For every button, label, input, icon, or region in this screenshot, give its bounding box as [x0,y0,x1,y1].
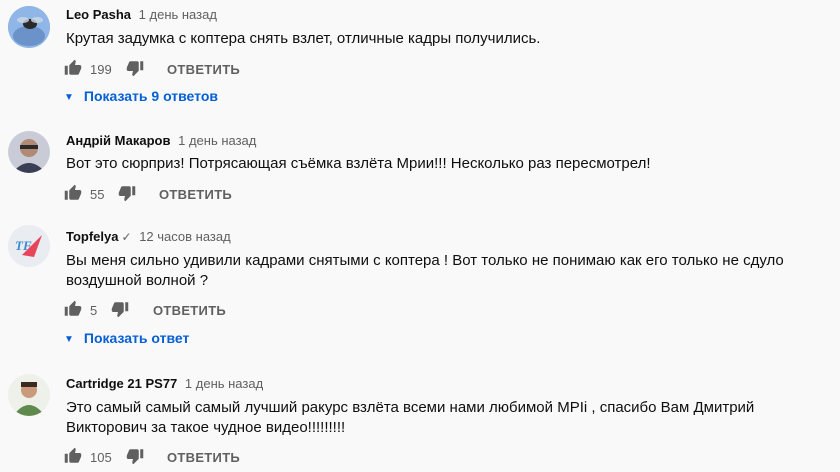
comment-text: Крутая задумка с коптера снять взлет, от… [66,30,541,47]
comment-time[interactable]: 1 день назад [178,133,256,148]
avatar[interactable] [8,374,50,416]
author-line: Андрій Макаров 1 день назад [66,133,256,148]
author-name[interactable]: Cartridge 21 PS77 [66,376,177,391]
avatar-person-image [8,374,50,416]
thumbs-up-icon [64,447,82,463]
thumbs-down-icon [118,186,136,202]
author-name[interactable]: Topfelya [66,229,119,244]
comment-actions: 5 ОТВЕТИТЬ [64,299,264,323]
dislike-button[interactable] [126,447,144,465]
show-replies-label: Показать 9 ответов [83,88,218,104]
comment-actions: 199 ОТВЕТИТЬ [64,58,264,82]
thumbs-down-icon [126,61,144,77]
comment-actions: 105 ОТВЕТИТЬ [64,446,264,470]
show-replies-button[interactable]: ▼ Показать 9 ответов [64,88,218,104]
author-line: Leo Pasha 1 день назад [66,7,217,22]
like-button[interactable] [64,300,82,318]
comment-time[interactable]: 12 часов назад [139,229,231,244]
avatar[interactable]: TF [8,225,50,267]
thumbs-up-icon [64,300,82,316]
reply-button[interactable]: ОТВЕТИТЬ [167,62,240,77]
comment-time[interactable]: 1 день назад [185,376,263,391]
like-count: 55 [90,187,105,202]
like-button[interactable] [64,59,82,77]
show-replies-button[interactable]: ▼ Показать ответ [64,330,189,346]
author-name[interactable]: Андрій Макаров [66,133,170,148]
thumbs-up-icon [64,59,82,75]
chevron-down-icon: ▼ [64,334,74,345]
reply-button[interactable]: ОТВЕТИТЬ [153,303,226,318]
reply-button[interactable]: ОТВЕТИТЬ [167,450,240,465]
avatar-fly-image [8,6,50,48]
author-line: Cartridge 21 PS77 1 день назад [66,376,263,391]
dislike-button[interactable] [126,59,144,77]
avatar[interactable] [8,131,50,173]
like-button[interactable] [64,447,82,465]
like-count: 105 [90,450,112,465]
author-name[interactable]: Leo Pasha [66,7,131,22]
comment-text: Вот это сюрприз! Потрясающая съёмка взлё… [66,155,651,172]
avatar-logo-text: TF [15,238,32,253]
avatar-logo-image: TF [8,225,50,267]
comment-actions: 55 ОТВЕТИТЬ [64,183,264,207]
author-line: Topfelya ✓ 12 часов назад [66,229,231,244]
dislike-button[interactable] [111,300,129,318]
like-button[interactable] [64,184,82,202]
comment-text: Вы меня сильно удивили кадрами снятыми с… [66,252,784,289]
thumbs-down-icon [126,449,144,465]
chevron-down-icon: ▼ [64,92,74,103]
avatar[interactable] [8,6,50,48]
comment-time[interactable]: 1 день назад [139,7,217,22]
show-replies-label: Показать ответ [83,330,190,346]
avatar-person-image [8,131,50,173]
reply-button[interactable]: ОТВЕТИТЬ [159,187,232,202]
thumbs-up-icon [64,184,82,200]
like-count: 199 [90,62,112,77]
comment-text: Это самый самый самый лучший ракурс взлё… [66,399,755,436]
like-count: 5 [90,303,98,318]
thumbs-down-icon [111,302,129,318]
dislike-button[interactable] [118,184,136,202]
verified-check-icon: ✓ [121,230,132,244]
